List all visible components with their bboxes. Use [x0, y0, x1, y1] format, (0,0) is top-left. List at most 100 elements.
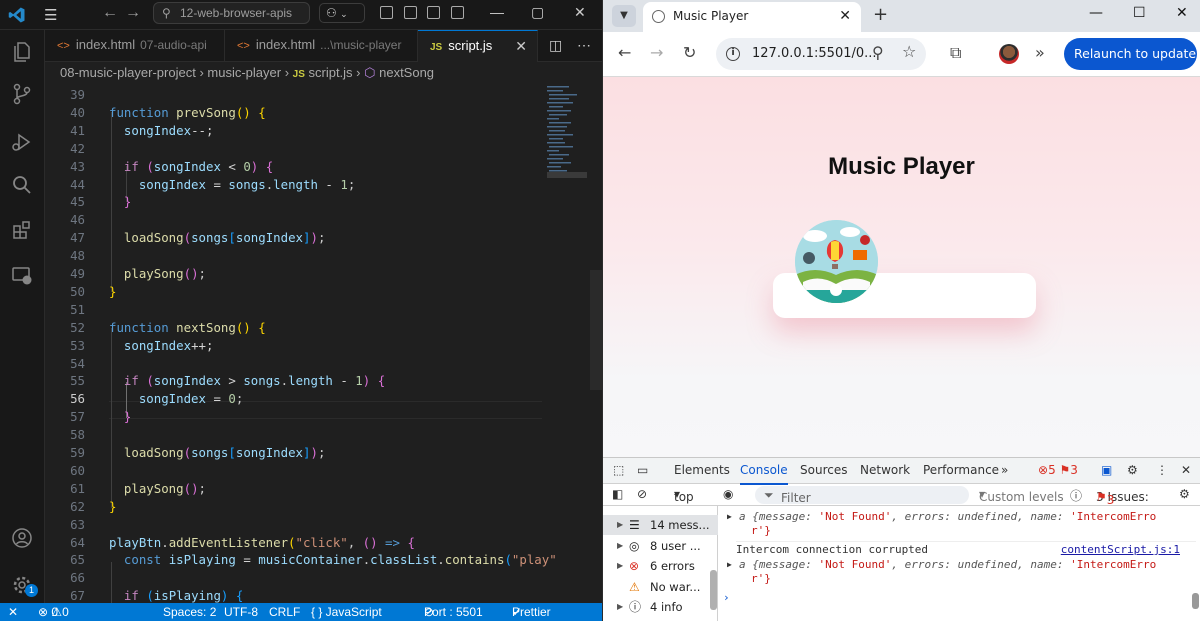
- eol-status[interactable]: CRLF: [269, 603, 300, 621]
- language-status[interactable]: { } JavaScript: [311, 603, 382, 621]
- explorer-icon[interactable]: [10, 40, 34, 64]
- sidebar-warnings[interactable]: ⚠ No war...: [603, 577, 718, 597]
- more-options-icon[interactable]: ⋮: [1156, 458, 1168, 483]
- close-tab-icon[interactable]: ✕: [839, 2, 851, 30]
- info-icon[interactable]: ⓘ: [1070, 487, 1082, 504]
- sidebar-user-messages[interactable]: ▶ ◎ 8 user ...: [603, 536, 718, 556]
- minimize-icon[interactable]: —: [1089, 5, 1103, 21]
- reload-icon[interactable]: ↻: [683, 43, 696, 62]
- context-selector[interactable]: top ▾: [674, 487, 694, 504]
- log-levels-dropdown[interactable]: Custom levels ▾: [979, 487, 1064, 504]
- minimap[interactable]: [547, 84, 587, 184]
- code-line[interactable]: 41 songIndex--;: [45, 122, 545, 140]
- chrome-tab-music-player[interactable]: Music Player ✕: [643, 2, 861, 32]
- forward-arrow-icon[interactable]: →: [650, 43, 663, 62]
- sidebar-info[interactable]: ▶ ⓘ 4 info: [603, 597, 718, 617]
- tab-script-js[interactable]: JS script.js ✕: [418, 30, 538, 62]
- back-arrow-icon[interactable]: ←: [102, 4, 118, 22]
- code-line[interactable]: 55 if (songIndex > songs.length - 1) {: [45, 372, 545, 390]
- bookmark-star-icon[interactable]: ☆: [902, 42, 916, 61]
- tab-sources[interactable]: Sources: [800, 458, 847, 483]
- breadcrumb-symbol[interactable]: nextSong: [379, 65, 434, 80]
- console-prompt-icon[interactable]: ›: [723, 590, 1193, 605]
- source-control-icon[interactable]: [10, 82, 34, 106]
- inspect-element-icon[interactable]: ⬚: [613, 458, 624, 483]
- address-bar[interactable]: i 127.0.0.1:5501/0...: [716, 38, 926, 70]
- editor-scrollbar[interactable]: [590, 270, 602, 390]
- toggle-panel-icon[interactable]: [404, 6, 417, 19]
- code-line[interactable]: 60: [45, 462, 545, 480]
- sidebar-toggle-icon[interactable]: ◧: [612, 487, 623, 501]
- extensions-icon[interactable]: [10, 218, 34, 242]
- relaunch-to-update-button[interactable]: Relaunch to update: [1064, 38, 1197, 70]
- close-window-icon[interactable]: ✕: [1176, 5, 1188, 21]
- tab-console[interactable]: Console: [740, 458, 788, 485]
- code-line[interactable]: 42: [45, 140, 545, 158]
- extensions-puzzle-icon[interactable]: ⧉: [950, 43, 961, 63]
- site-info-icon[interactable]: i: [726, 47, 740, 61]
- code-line[interactable]: 54: [45, 355, 545, 373]
- more-actions-icon[interactable]: ⋯: [577, 37, 591, 54]
- code-line[interactable]: 45 }: [45, 193, 545, 211]
- code-line[interactable]: 43 if (songIndex < 0) {: [45, 158, 545, 176]
- code-line[interactable]: 50}: [45, 283, 545, 301]
- code-line[interactable]: 66: [45, 569, 545, 587]
- tab-network[interactable]: Network: [860, 458, 910, 483]
- run-debug-icon[interactable]: [10, 130, 34, 154]
- code-line[interactable]: 58: [45, 426, 545, 444]
- sidebar-scrollbar[interactable]: [710, 570, 717, 610]
- code-line[interactable]: 56 songIndex = 0;: [45, 390, 545, 408]
- code-line[interactable]: 52 function nextSong() {: [45, 319, 545, 337]
- restore-icon[interactable]: ▢: [531, 4, 544, 21]
- clear-console-icon[interactable]: ⊘: [637, 487, 647, 501]
- tab-performance[interactable]: Performance: [923, 458, 999, 483]
- copilot-button[interactable]: ⚇ ⌄: [319, 3, 365, 23]
- toggle-primary-sidebar-icon[interactable]: [380, 6, 393, 19]
- maximize-icon[interactable]: ☐: [1133, 5, 1146, 21]
- close-tab-icon[interactable]: ✕: [515, 31, 527, 61]
- tab-index-music-player[interactable]: <> index.html ...\music-player: [225, 30, 418, 62]
- code-line[interactable]: 49 playSong();: [45, 265, 545, 283]
- close-devtools-icon[interactable]: ✕: [1181, 458, 1191, 483]
- accounts-icon[interactable]: [10, 526, 34, 550]
- new-tab-plus-icon[interactable]: +: [873, 4, 888, 25]
- breadcrumb-folder[interactable]: 08-music-player-project: [60, 65, 196, 80]
- code-line[interactable]: 53 songIndex++;: [45, 337, 545, 355]
- live-expression-eye-icon[interactable]: ◉: [723, 487, 733, 501]
- forward-arrow-icon[interactable]: →: [125, 4, 141, 22]
- tab-elements[interactable]: Elements: [674, 458, 730, 483]
- code-line[interactable]: 59 loadSong(songs[songIndex]);: [45, 444, 545, 462]
- console-filter-input[interactable]: ⏷ Filter: [755, 486, 969, 505]
- code-line[interactable]: 67 if (isPlaying) {: [45, 587, 545, 603]
- code-line[interactable]: 63: [45, 516, 545, 534]
- code-line[interactable]: 48: [45, 247, 545, 265]
- split-editor-icon[interactable]: ◫: [549, 37, 562, 54]
- profile-avatar[interactable]: [999, 44, 1019, 64]
- sidebar-messages[interactable]: ▶ ☰ 14 mess...: [603, 515, 718, 535]
- remote-explorer-icon[interactable]: [10, 264, 34, 288]
- indentation-status[interactable]: Spaces: 2: [163, 603, 216, 621]
- more-tabs-icon[interactable]: »: [1001, 458, 1008, 483]
- tab-index-audio[interactable]: <> index.html 07-audio-api: [45, 30, 225, 62]
- close-icon[interactable]: ✕: [574, 4, 586, 21]
- code-line[interactable]: 62}: [45, 498, 545, 516]
- command-center-search[interactable]: ⚲ 12-web-browser-apis: [153, 2, 310, 24]
- console-scrollbar[interactable]: [1192, 593, 1199, 609]
- encoding-status[interactable]: UTF-8: [224, 603, 258, 621]
- breadcrumb-file[interactable]: script.js: [309, 65, 353, 80]
- code-line[interactable]: 44 songIndex = songs.length - 1;: [45, 176, 545, 194]
- back-arrow-icon[interactable]: ←: [618, 43, 631, 62]
- customize-layout-icon[interactable]: [451, 6, 464, 19]
- breadcrumb-subfolder[interactable]: music-player: [207, 65, 281, 80]
- code-line[interactable]: 51: [45, 301, 545, 319]
- remote-indicator-icon[interactable]: ✕: [8, 603, 18, 621]
- code-line[interactable]: 40 function prevSong() {: [45, 104, 545, 122]
- console-source-link[interactable]: contentScript.js:1: [1061, 542, 1180, 557]
- search-view-icon[interactable]: [10, 173, 34, 197]
- chevron-right-icon[interactable]: »: [1035, 43, 1045, 62]
- code-line[interactable]: 61 playSong();: [45, 480, 545, 498]
- menu-icon[interactable]: ☰: [44, 6, 57, 24]
- tab-search-chevron-icon[interactable]: ▼: [612, 5, 636, 27]
- console-object-line[interactable]: ▶ a {message: 'Not Found', errors: undefi…: [727, 557, 1200, 572]
- code-line[interactable]: 46: [45, 211, 545, 229]
